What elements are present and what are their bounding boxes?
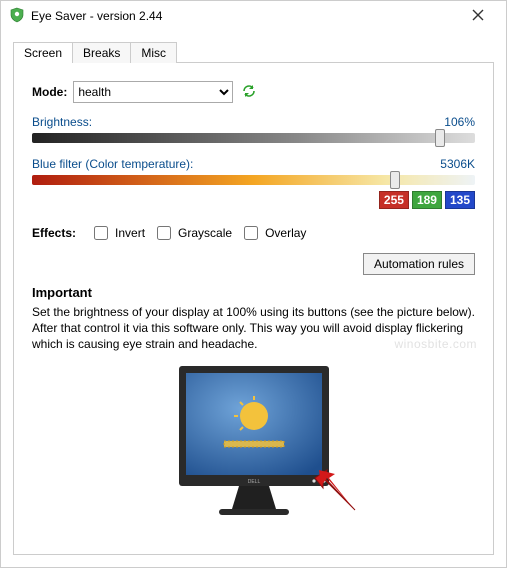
close-icon bbox=[472, 9, 484, 21]
brightness-thumb[interactable] bbox=[435, 129, 445, 147]
window-title: Eye Saver - version 2.44 bbox=[31, 9, 458, 23]
effect-invert[interactable]: Invert bbox=[90, 223, 145, 243]
tab-breaks[interactable]: Breaks bbox=[72, 42, 131, 63]
invert-checkbox[interactable] bbox=[94, 226, 108, 240]
svg-text:DELL: DELL bbox=[247, 479, 260, 485]
bluefilter-thumb[interactable] bbox=[390, 171, 400, 189]
grayscale-checkbox[interactable] bbox=[157, 226, 171, 240]
brightness-label: Brightness: bbox=[32, 115, 92, 129]
overlay-checkbox[interactable] bbox=[244, 226, 258, 240]
rgb-row: 255 189 135 bbox=[32, 191, 475, 209]
bluefilter-slider[interactable] bbox=[32, 175, 475, 185]
title-bar: Eye Saver - version 2.44 bbox=[1, 1, 506, 31]
tab-screen[interactable]: Screen bbox=[13, 42, 73, 63]
brightness-slider[interactable] bbox=[32, 133, 475, 143]
close-button[interactable] bbox=[458, 8, 498, 24]
refresh-icon[interactable] bbox=[241, 83, 257, 102]
mode-select[interactable]: health bbox=[73, 81, 233, 103]
tab-misc[interactable]: Misc bbox=[130, 42, 177, 63]
effects-label: Effects: bbox=[32, 226, 76, 240]
brightness-value: 106% bbox=[444, 115, 475, 129]
effects-row: Effects: Invert Grayscale Overlay bbox=[32, 223, 475, 243]
bluefilter-value: 5306K bbox=[440, 157, 475, 171]
shield-icon bbox=[9, 7, 25, 26]
rgb-blue: 135 bbox=[445, 191, 475, 209]
important-text: Set the brightness of your display at 10… bbox=[32, 304, 475, 353]
effect-overlay[interactable]: Overlay bbox=[240, 223, 306, 243]
brightness-block: Brightness: 106% bbox=[32, 115, 475, 143]
bluefilter-block: Blue filter (Color temperature): 5306K 2… bbox=[32, 157, 475, 209]
tab-panel-screen: Mode: health Brightness: 106% bbox=[13, 62, 494, 555]
bluefilter-label: Blue filter (Color temperature): bbox=[32, 157, 193, 171]
pointer-arrow-icon bbox=[311, 466, 357, 515]
rgb-red: 255 bbox=[379, 191, 409, 209]
rgb-green: 189 bbox=[412, 191, 442, 209]
mode-row: Mode: health bbox=[32, 81, 475, 103]
automation-rules-button[interactable]: Automation rules bbox=[363, 253, 475, 275]
important-heading: Important bbox=[32, 285, 475, 300]
tab-row: Screen Breaks Misc bbox=[13, 39, 494, 63]
mode-label: Mode: bbox=[32, 85, 67, 99]
monitor-image: DELL bbox=[32, 361, 475, 521]
app-window: Eye Saver - version 2.44 Screen Breaks M… bbox=[0, 0, 507, 568]
effect-grayscale[interactable]: Grayscale bbox=[153, 223, 232, 243]
